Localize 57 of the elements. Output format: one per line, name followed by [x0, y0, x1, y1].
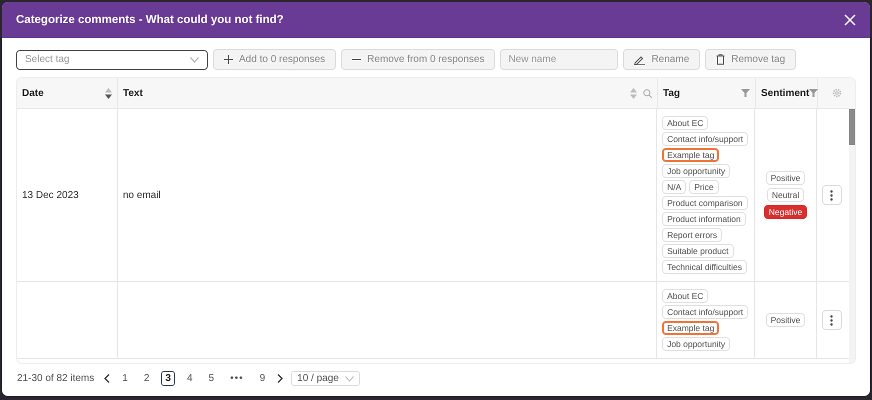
- page-link[interactable]: 4: [182, 371, 197, 386]
- page-size-select[interactable]: 10 / page: [291, 371, 360, 386]
- chevron-down-icon: [190, 56, 199, 62]
- more-button[interactable]: [822, 310, 842, 330]
- tag-chip[interactable]: Product information: [662, 212, 746, 226]
- sentiment-chip[interactable]: Negative: [764, 205, 808, 219]
- tag-chip[interactable]: Contact info/support: [662, 132, 748, 146]
- column-title: Tag: [663, 88, 680, 98]
- column-header[interactable]: Date: [17, 78, 118, 108]
- tag-chip[interactable]: N/A: [662, 180, 686, 194]
- tag-input[interactable]: Select tag: [25, 54, 165, 65]
- trash-icon: [716, 54, 726, 65]
- tag-chip[interactable]: Job opportunity: [662, 337, 730, 351]
- more-pages[interactable]: •••: [226, 371, 248, 386]
- page-link[interactable]: 1: [118, 371, 132, 386]
- previous-icon[interactable]: [104, 374, 110, 383]
- pencil-icon: [634, 54, 646, 64]
- kebab-icon: [830, 314, 834, 326]
- dialog-title: Categorize comments - What could you not find?: [16, 14, 284, 26]
- tag-chip[interactable]: Job opportunity: [662, 164, 730, 178]
- next-icon[interactable]: [277, 374, 284, 383]
- close-icon[interactable]: [844, 14, 856, 26]
- kebab-icon: [830, 190, 834, 200]
- sentiment-chip[interactable]: Positive: [766, 171, 806, 185]
- scrollbar[interactable]: [849, 109, 855, 363]
- column-title: Date: [22, 88, 44, 98]
- tag-chip[interactable]: About EC: [662, 116, 708, 130]
- name-field[interactable]: New name: [500, 49, 618, 70]
- comment-text: no email: [122, 190, 161, 200]
- column-header[interactable]: Tag: [658, 78, 756, 108]
- tag-chip[interactable]: Contact info/support: [662, 305, 748, 319]
- column-title: Text: [123, 88, 143, 98]
- sentiment-chip[interactable]: Positive: [766, 313, 806, 327]
- tag-chip[interactable]: Price: [689, 180, 719, 194]
- tag-chip[interactable]: About EC: [662, 289, 708, 303]
- tag-chip[interactable]: Example tag: [662, 148, 720, 162]
- tag-chip[interactable]: Technical difficulties: [662, 260, 748, 274]
- plus-icon: [224, 55, 233, 64]
- tag-chip[interactable]: Example tag: [662, 321, 720, 335]
- chevron-down-icon: [344, 376, 354, 382]
- tag-chip[interactable]: Suitable product: [662, 244, 734, 258]
- date-cell: 13 Dec 2023: [22, 190, 79, 200]
- sentiment-chip[interactable]: Neutral: [766, 188, 804, 202]
- page-link[interactable]: 3: [161, 371, 175, 386]
- filter-icon[interactable]: [741, 89, 750, 97]
- page-link[interactable]: 5: [204, 371, 218, 386]
- column-header[interactable]: Sentiment: [756, 78, 818, 108]
- sort-icon[interactable]: [105, 88, 112, 98]
- page-link[interactable]: 2: [140, 371, 154, 386]
- tag-chip[interactable]: Product comparison: [662, 196, 748, 210]
- filter-icon[interactable]: [809, 89, 818, 97]
- items-summary: 21-30 of 82 items: [17, 373, 94, 384]
- more-button[interactable]: [822, 185, 842, 205]
- tag-select[interactable]: Select tag: [16, 50, 208, 70]
- tag-chip[interactable]: Report errors: [662, 228, 722, 242]
- page-link[interactable]: 9: [256, 371, 270, 386]
- column-title: Sentiment: [761, 88, 810, 98]
